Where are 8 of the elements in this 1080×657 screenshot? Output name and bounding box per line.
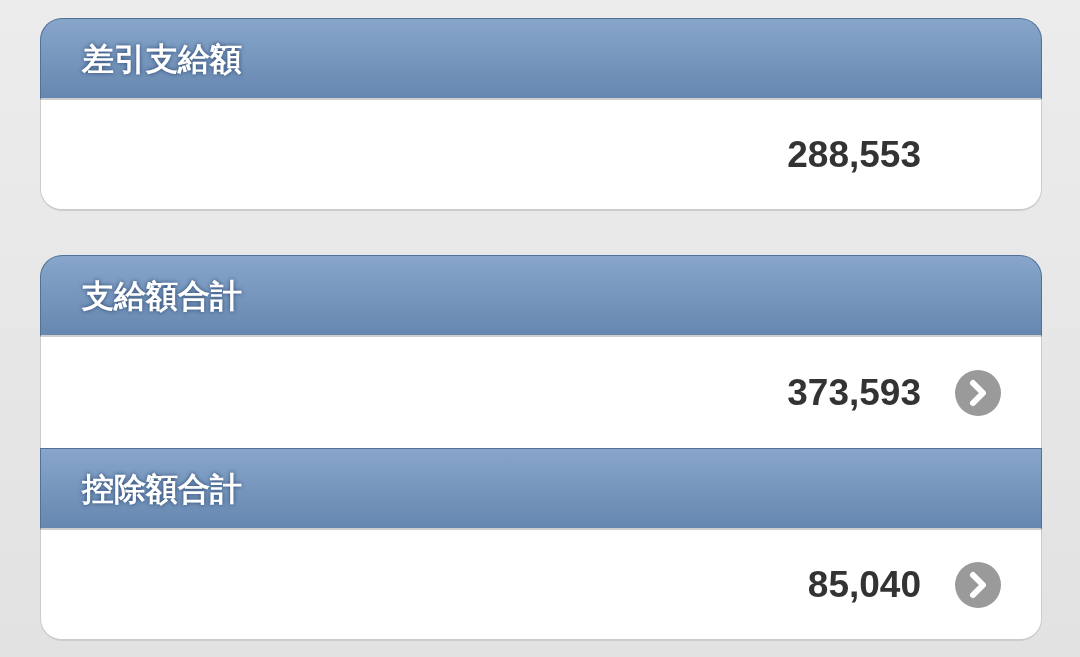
section-title: 差引支給額 — [82, 42, 242, 75]
amount-value: 85,040 — [807, 566, 921, 603]
section-title: 控除額合計 — [82, 472, 242, 505]
chevron-right-icon[interactable] — [955, 369, 1001, 416]
section-title: 支給額合計 — [82, 279, 242, 312]
amount-value: 373,593 — [787, 374, 921, 411]
amount-value: 288,553 — [787, 136, 921, 173]
chevron-right-icon[interactable] — [955, 561, 1001, 608]
